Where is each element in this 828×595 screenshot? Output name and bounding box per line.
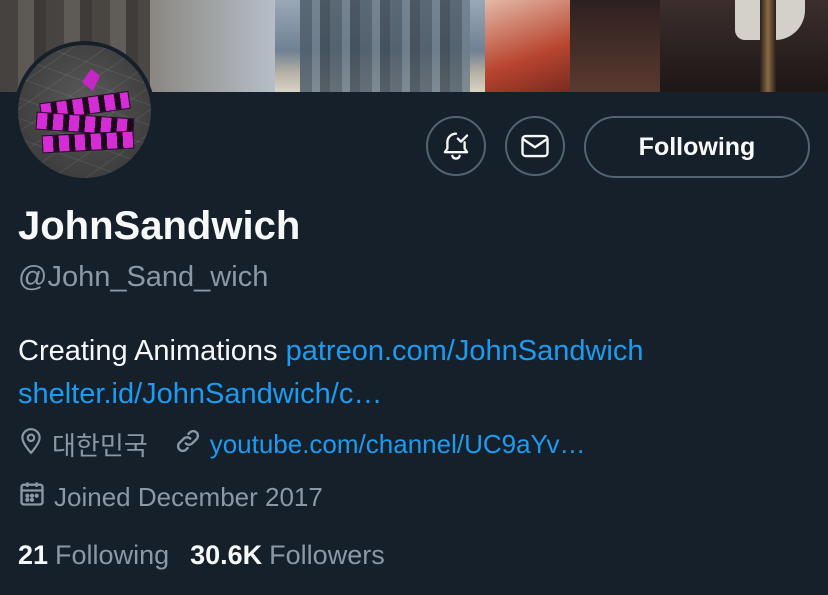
joined-date: Joined December 2017: [54, 482, 323, 512]
envelope-icon: [521, 134, 549, 158]
location-pin-icon: [18, 427, 44, 462]
avatar[interactable]: [14, 41, 155, 182]
notifications-button[interactable]: [426, 116, 486, 176]
link-icon: [174, 427, 202, 462]
profile-meta-row: 대한민국 youtube.com/channel/UC9aYv…: [18, 426, 585, 463]
banner-decoration: [760, 0, 776, 92]
bio-link-patreon[interactable]: patreon.com/JohnSandwich: [286, 335, 644, 367]
bell-check-icon: [443, 132, 469, 160]
bio-link-shelter[interactable]: shelter.id/JohnSandwich/c…: [18, 378, 382, 410]
banner-segment: [570, 0, 660, 92]
website-link[interactable]: youtube.com/channel/UC9aYv…: [210, 429, 586, 460]
message-button[interactable]: [505, 116, 565, 176]
bio-text: Creating Animations: [18, 335, 286, 367]
bio: Creating Animations patreon.com/JohnSand…: [18, 330, 643, 416]
avatar-image: [18, 45, 151, 178]
location-text: 대한민국: [52, 431, 148, 461]
followers-count: 30.6K: [190, 540, 263, 570]
follow-stats: 21 Following 30.6K Followers: [18, 540, 406, 571]
banner-segment: [485, 0, 570, 92]
display-name: JohnSandwich: [18, 204, 301, 248]
following-stat[interactable]: 21 Following: [18, 540, 169, 571]
following-count: 21: [18, 540, 49, 570]
banner-cityscape: [300, 0, 470, 92]
following-button[interactable]: Following: [584, 116, 810, 178]
calendar-icon: [18, 480, 46, 515]
following-label: Following: [55, 540, 170, 570]
followers-label: Followers: [269, 540, 385, 570]
username-handle: @John_Sand_wich: [18, 261, 269, 293]
joined-row: Joined December 2017: [18, 480, 323, 515]
followers-stat[interactable]: 30.6K Followers: [190, 540, 385, 571]
